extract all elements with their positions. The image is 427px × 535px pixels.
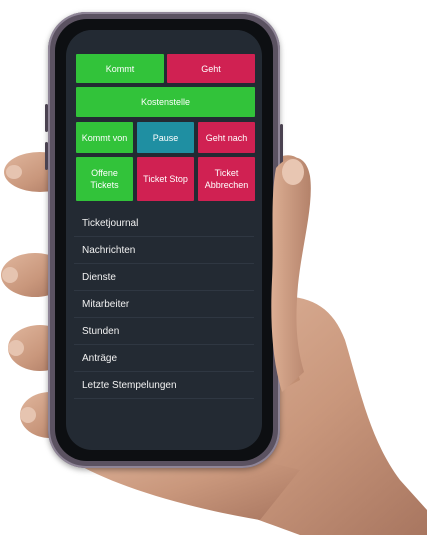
smartphone-frame: Kommt Geht Kostenstelle Kommt von Pause … (45, 12, 283, 468)
offene-tickets-button[interactable]: Offene Tickets (76, 157, 133, 201)
phone-side-button (280, 124, 283, 170)
screen-top-strip (66, 30, 262, 42)
menu-item-mitarbeiter[interactable]: Mitarbeiter (66, 291, 262, 318)
kommt-button[interactable]: Kommt (76, 54, 164, 83)
menu-item-dienste[interactable]: Dienste (66, 264, 262, 291)
phone-screen: Kommt Geht Kostenstelle Kommt von Pause … (66, 30, 262, 450)
photo-scene: Kommt Geht Kostenstelle Kommt von Pause … (0, 0, 427, 535)
main-menu: Ticketjournal Nachrichten Dienste Mitarb… (66, 210, 262, 399)
menu-item-stunden[interactable]: Stunden (66, 318, 262, 345)
menu-item-antraege[interactable]: Anträge (66, 345, 262, 372)
menu-item-letzte-stempelungen[interactable]: Letzte Stempelungen (66, 372, 262, 399)
geht-button[interactable]: Geht (167, 54, 255, 83)
kostenstelle-button[interactable]: Kostenstelle (76, 87, 255, 117)
phone-side-button (45, 142, 48, 170)
menu-item-nachrichten[interactable]: Nachrichten (66, 237, 262, 264)
menu-item-ticketjournal[interactable]: Ticketjournal (66, 210, 262, 237)
pause-button[interactable]: Pause (137, 122, 194, 153)
kommt-von-button[interactable]: Kommt von (76, 122, 133, 153)
geht-nach-button[interactable]: Geht nach (198, 122, 255, 153)
phone-side-button (45, 104, 48, 132)
ticket-abbrechen-button[interactable]: Ticket Abbrechen (198, 157, 255, 201)
ticket-stop-button[interactable]: Ticket Stop (137, 157, 194, 201)
